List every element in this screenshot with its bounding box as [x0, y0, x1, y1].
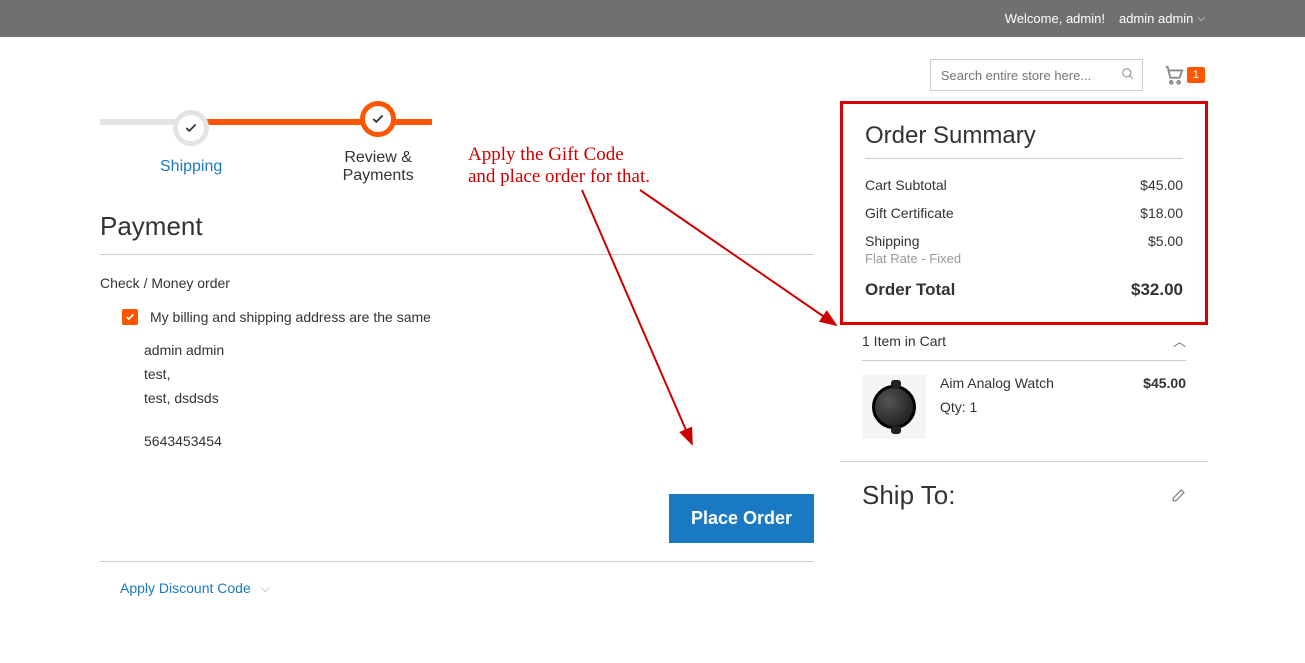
divider [865, 158, 1183, 159]
shipping-desc: Flat Rate - Fixed [865, 251, 1183, 266]
cart-item: Aim Analog Watch Qty: 1 $45.00 [862, 375, 1186, 439]
cart-items-count: 1 Item in Cart [862, 333, 946, 349]
divider [100, 561, 814, 562]
summary-label: Shipping [865, 233, 920, 249]
summary-row-total: Order Total $32.00 [865, 266, 1183, 304]
same-address-row[interactable]: My billing and shipping address are the … [122, 309, 814, 325]
summary-value: $45.00 [1140, 177, 1183, 193]
divider [100, 254, 814, 255]
summary-label: Gift Certificate [865, 205, 954, 221]
ship-to-title: Ship To: [862, 480, 955, 511]
step-shipping[interactable]: Shipping [160, 110, 222, 176]
step-circle [360, 101, 396, 137]
user-menu[interactable]: admin admin ⌵ [1119, 11, 1205, 26]
edit-icon[interactable] [1170, 488, 1186, 504]
summary-row-subtotal: Cart Subtotal $45.00 [865, 171, 1183, 199]
welcome-text: Welcome, admin! [1005, 11, 1105, 26]
checkout-progress: Shipping Review & Payments [100, 101, 432, 185]
total-label: Order Total [865, 280, 955, 300]
item-image [862, 375, 926, 439]
address-name: admin admin [144, 339, 814, 363]
summary-title: Order Summary [865, 122, 1183, 150]
place-order-button[interactable]: Place Order [669, 494, 814, 543]
check-icon [184, 121, 198, 135]
summary-value: $5.00 [1148, 233, 1183, 249]
user-name: admin admin [1119, 11, 1193, 26]
page-title: Payment [100, 211, 814, 242]
item-name: Aim Analog Watch [940, 375, 1143, 391]
header-row: 1 [0, 37, 1305, 101]
summary-label: Cart Subtotal [865, 177, 947, 193]
step-circle [173, 110, 209, 146]
search-box [930, 59, 1143, 91]
top-bar: Welcome, admin! admin admin ⌵ [0, 0, 1305, 37]
same-address-label: My billing and shipping address are the … [150, 309, 431, 325]
cart-count-badge: 1 [1187, 67, 1205, 83]
cart-items-section: 1 Item in Cart ︿ Aim Analog Watch Qty: 1… [840, 325, 1208, 462]
chevron-up-icon: ︿ [1173, 331, 1186, 350]
chevron-down-icon: ⌵ [1197, 13, 1205, 24]
summary-row-giftcert: Gift Certificate $18.00 [865, 199, 1183, 227]
chevron-down-icon: ⌵ [261, 581, 270, 596]
address-line: test, [144, 363, 814, 387]
check-icon [125, 312, 135, 322]
same-address-checkbox[interactable] [122, 309, 138, 325]
address-line: test, dsdsds [144, 387, 814, 411]
apply-discount-toggle[interactable]: Apply Discount Code ⌵ [100, 580, 814, 596]
billing-address: admin admin test, test, dsdsds 564345345… [122, 339, 814, 454]
cart-icon [1163, 64, 1185, 86]
step-review-payments[interactable]: Review & Payments [324, 101, 432, 185]
search-icon[interactable] [1121, 67, 1135, 81]
check-icon [371, 112, 385, 126]
step-label: Review & Payments [324, 149, 432, 185]
discount-label: Apply Discount Code [120, 580, 251, 596]
ship-to-section: Ship To: [840, 462, 1208, 529]
address-phone: 5643453454 [144, 430, 814, 454]
step-label: Shipping [160, 158, 222, 176]
payment-method: Check / Money order [100, 275, 814, 291]
cart-items-header[interactable]: 1 Item in Cart ︿ [862, 331, 1186, 361]
mini-cart[interactable]: 1 [1163, 64, 1205, 86]
order-summary: Order Summary Cart Subtotal $45.00 Gift … [840, 101, 1208, 325]
summary-value: $18.00 [1140, 205, 1183, 221]
search-input[interactable] [930, 59, 1143, 91]
item-qty: Qty: 1 [940, 399, 1143, 415]
item-price: $45.00 [1143, 375, 1186, 439]
total-value: $32.00 [1131, 280, 1183, 300]
